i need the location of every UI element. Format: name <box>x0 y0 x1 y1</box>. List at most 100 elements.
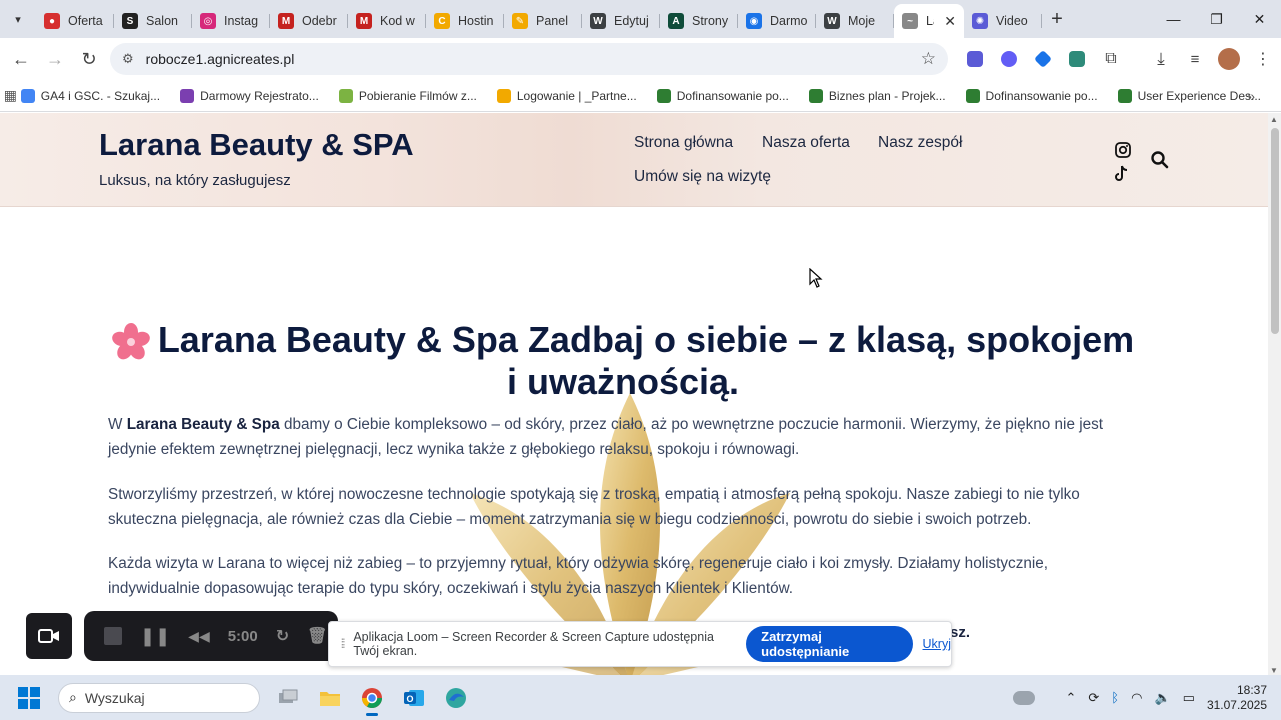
wifi-icon[interactable]: ◠ <box>1131 690 1142 706</box>
tab-favicon-icon: ◎ <box>200 13 216 29</box>
bookmark-label: Dofinansowanie po... <box>985 88 1098 103</box>
start-button[interactable] <box>0 686 58 709</box>
browser-tab[interactable]: M Kod w <box>348 6 426 36</box>
rewind-icon[interactable]: ◀◀ <box>188 628 210 645</box>
browser-tab[interactable]: A Strony <box>660 6 738 36</box>
tab-label: Panel <box>536 14 568 28</box>
drag-handle-icon[interactable]: ⁞⁞ <box>335 637 349 651</box>
close-window-icon[interactable]: ✕ <box>1238 0 1281 38</box>
browser-tab[interactable]: W Moje <box>816 6 894 36</box>
apps-grid-icon[interactable]: ▦ <box>0 87 21 104</box>
browser-tab[interactable]: ~ La ✕ <box>894 4 964 38</box>
bookmark-star-icon[interactable]: ☆ <box>921 49 936 69</box>
browser-tab[interactable]: S Salon <box>114 6 192 36</box>
tab-favicon-icon: W <box>590 13 606 29</box>
page-scrollbar[interactable]: ▲ ▼ <box>1268 113 1281 675</box>
extension-icon[interactable] <box>1060 44 1094 74</box>
hide-link[interactable]: Ukryj <box>923 637 951 651</box>
video-camera-icon <box>38 629 59 643</box>
search-icon[interactable] <box>1150 150 1170 170</box>
tab-label: Kod w <box>380 14 415 28</box>
browser-tab[interactable]: ◎ Instag <box>192 6 270 36</box>
bookmark-label: Darmowy Rejestrato... <box>200 88 319 103</box>
restart-icon[interactable]: ↻ <box>276 626 289 646</box>
scroll-thumb[interactable] <box>1271 128 1279 334</box>
battery-icon[interactable]: ▭ <box>1183 690 1195 706</box>
reading-list-icon[interactable]: ≡ <box>1178 44 1212 74</box>
bookmark-item[interactable]: Darmowy Rejestrato... <box>180 88 319 103</box>
scroll-down-icon[interactable]: ▼ <box>1270 666 1278 675</box>
tiktok-icon[interactable] <box>1114 165 1130 183</box>
browser-tab[interactable]: ◉ Darmo <box>738 6 816 36</box>
nav-booking[interactable]: Umów się na wizytę <box>634 168 771 186</box>
browser-tab[interactable]: ✎ Panel <box>504 6 582 36</box>
downloads-icon[interactable]: ⤓ <box>1144 44 1178 74</box>
volume-icon[interactable]: 🔈 <box>1154 690 1170 706</box>
headline-text: Larana Beauty & Spa Zadbaj o siebie – z … <box>157 319 1135 403</box>
tab-search-dropdown-icon[interactable]: ▾ <box>0 0 36 38</box>
sync-icon[interactable]: ⟳ <box>1088 690 1099 706</box>
show-hidden-icons[interactable]: ⌃ <box>1065 690 1076 706</box>
window-controls: — ❐ ✕ <box>1152 0 1281 38</box>
browser-tab[interactable]: W Edytuj <box>582 6 660 36</box>
loom-camera-button[interactable] <box>26 613 72 659</box>
bookmarks-list: GA4 i GSC. - Szukaj... Darmowy Rejestrato… <box>20 88 1281 103</box>
tab-favicon-icon: ● <box>44 13 60 29</box>
browser-menu-icon[interactable]: ⋮ <box>1246 44 1280 74</box>
tab-label: Salon <box>146 14 178 28</box>
extension-icon[interactable] <box>1026 44 1060 74</box>
bookmark-label: User Experience Des... <box>1137 88 1261 103</box>
minimize-icon[interactable]: — <box>1152 0 1195 38</box>
profile-avatar[interactable] <box>1212 44 1246 74</box>
browser-tab[interactable]: C Hostin <box>426 6 504 36</box>
bookmark-item[interactable]: Biznes plan - Projek... <box>808 88 946 103</box>
task-view-icon[interactable] <box>268 678 308 718</box>
tab-favicon-icon: ~ <box>902 13 918 29</box>
file-explorer-icon[interactable] <box>310 678 350 718</box>
bookmark-item[interactable]: Dofinansowanie po... <box>965 88 1098 103</box>
weather-icon[interactable] <box>1013 690 1036 705</box>
site-title[interactable]: Larana Beauty & SPA <box>99 127 414 163</box>
scroll-up-icon[interactable]: ▲ <box>1270 115 1278 124</box>
p1-brand: Larana Beauty & Spa <box>126 416 280 433</box>
bookmark-item[interactable]: Pobieranie Filmów z... <box>338 88 477 103</box>
stop-recording-icon[interactable] <box>104 627 122 645</box>
more-bookmarks-icon[interactable]: » <box>1247 88 1255 104</box>
windows-taskbar: ⌕ Wyszukaj O ⌃ ⟳ ᛒ ◠ 🔈 ▭ 18:37 31.07.202… <box>0 675 1281 720</box>
edge-app-icon[interactable] <box>436 678 476 718</box>
close-tab-icon[interactable]: ✕ <box>944 13 956 30</box>
tab-favicon-icon: ✎ <box>512 13 528 29</box>
stop-sharing-button[interactable]: Zatrzymaj udostępnianie <box>746 626 913 662</box>
browser-tab[interactable]: M Odebr <box>270 6 348 36</box>
taskbar-clock[interactable]: 18:37 31.07.2025 <box>1207 683 1267 713</box>
bookmark-item[interactable]: GA4 i GSC. - Szukaj... <box>20 88 160 103</box>
trash-icon[interactable]: 🗑 <box>307 626 327 646</box>
instagram-icon[interactable] <box>1114 141 1132 159</box>
bookmark-item[interactable]: Logowanie | _Partne... <box>496 88 637 103</box>
extensions-puzzle-icon[interactable]: ⧉ <box>1094 44 1128 74</box>
site-info-icon[interactable]: ⚙ <box>122 51 134 67</box>
maximize-icon[interactable]: ❐ <box>1195 0 1238 38</box>
nav-home[interactable]: Strona główna <box>634 134 733 152</box>
extension-icon[interactable] <box>958 44 992 74</box>
forward-icon[interactable]: → <box>38 42 72 76</box>
tab-label: Instag <box>224 14 259 28</box>
address-bar[interactable]: ⚙ robocze1.agnicreates.pl ☆ <box>110 43 948 75</box>
nav-team[interactable]: Nasz zespół <box>878 134 962 152</box>
browser-tab[interactable]: ● Oferta <box>36 6 114 36</box>
bookmark-favicon-icon <box>965 88 980 103</box>
outlook-icon[interactable]: O <box>394 678 434 718</box>
browser-tab[interactable]: ✺ Video <box>964 6 1042 36</box>
bookmark-item[interactable]: Dofinansowanie po... <box>656 88 789 103</box>
bookmark-item[interactable]: User Experience Des... <box>1117 88 1261 103</box>
back-icon[interactable]: ← <box>4 42 38 76</box>
p1-lead: W <box>108 416 127 433</box>
reload-icon[interactable]: ↻ <box>72 42 106 76</box>
chrome-icon[interactable] <box>352 678 392 718</box>
nav-offer[interactable]: Nasza oferta <box>762 134 850 152</box>
new-tab-button[interactable]: + <box>1042 8 1072 31</box>
extension-icon[interactable] <box>992 44 1026 74</box>
bluetooth-icon[interactable]: ᛒ <box>1111 690 1119 705</box>
taskbar-search-input[interactable]: ⌕ Wyszukaj <box>58 682 260 713</box>
pause-icon[interactable]: ❚❚ <box>140 626 170 647</box>
